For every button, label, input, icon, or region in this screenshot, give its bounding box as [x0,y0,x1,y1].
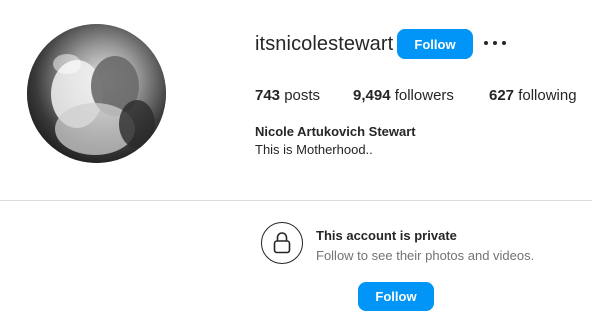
posts-label: posts [284,87,321,104]
follow-button[interactable]: Follow [397,29,473,59]
private-account-subtitle: Follow to see their photos and videos. [316,248,535,263]
bio: This is Motherhood.. [255,142,373,157]
following-count: 627 [489,87,515,104]
follow-button-bottom[interactable]: Follow [358,282,434,311]
profile-page: itsnicolestewart Follow 743 posts 9,494 … [0,0,592,313]
posts-stat: 743 posts [255,87,320,104]
following-label: following [518,87,577,104]
posts-count: 743 [255,87,281,104]
following-stat[interactable]: 627 following [489,87,577,104]
username: itsnicolestewart [255,33,394,55]
private-account-title: This account is private [316,228,457,243]
lock-icon [261,222,303,264]
followers-count: 9,494 [353,87,391,104]
divider [0,200,592,201]
followers-label: followers [394,87,454,104]
profile-photo [27,24,166,163]
full-name: Nicole Artukovich Stewart [255,124,416,139]
followers-stat[interactable]: 9,494 followers [353,87,454,104]
avatar[interactable] [27,24,166,163]
more-horizontal-icon[interactable] [484,35,506,51]
